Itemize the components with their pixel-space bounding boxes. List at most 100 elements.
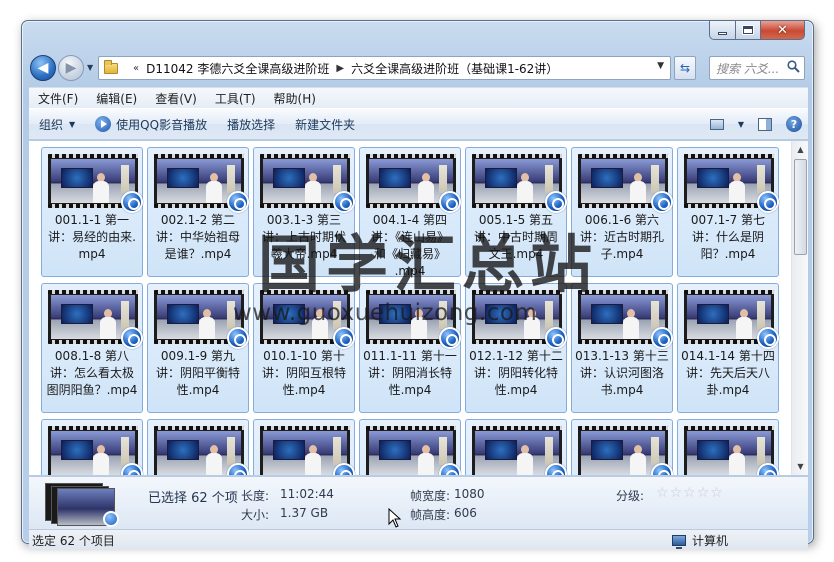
selection-count: 已选择 62 个项 xyxy=(148,491,238,506)
file-name-line: 讲：阴阳转化特 xyxy=(473,366,558,380)
address-dropdown[interactable]: ▼ xyxy=(657,61,664,71)
file-name-line: 性.mp4 xyxy=(388,383,432,397)
maximize-button[interactable] xyxy=(736,21,761,40)
file-name-line: 012.1-12 第十二 xyxy=(469,349,563,363)
search-input[interactable]: 搜索 六爻... xyxy=(709,56,805,80)
breadcrumb-current[interactable]: 六爻全课高级进阶班（基础课1-62讲） xyxy=(351,60,558,77)
qq-player-icon xyxy=(439,191,461,213)
qq-player-icon xyxy=(227,463,249,475)
qq-player-icon xyxy=(545,191,567,213)
qq-player-icon xyxy=(757,327,779,349)
new-folder-button[interactable]: 新建文件夹 xyxy=(285,109,365,139)
scrollbar-thumb[interactable] xyxy=(794,159,807,255)
menu-tools[interactable]: 工具(T) xyxy=(206,90,265,107)
file-item[interactable]: 008.1-8 第八 讲：怎么看太极 图阴阳鱼？.mp4 xyxy=(41,283,143,413)
star-icon[interactable]: ☆ xyxy=(697,485,710,501)
scroll-up-icon[interactable]: ▲ xyxy=(793,141,808,158)
rating-label: 分级: xyxy=(616,489,645,503)
menu-edit[interactable]: 编辑(E) xyxy=(87,90,146,107)
file-name-line: 002.1-2 第二 xyxy=(160,213,236,227)
file-name-line: 卦.mp4 xyxy=(706,383,750,397)
breadcrumb-overflow-icon[interactable]: « xyxy=(133,63,139,74)
chevron-down-icon: ▼ xyxy=(69,119,76,129)
mouse-cursor-icon xyxy=(388,508,402,528)
close-icon: ✕ xyxy=(777,22,788,38)
file-item[interactable]: 002.1-2 第二 讲：中华始祖母 是谁？.mp4 xyxy=(147,147,249,277)
search-placeholder: 搜索 六爻... xyxy=(716,61,780,76)
qq-player-icon xyxy=(651,191,673,213)
arrow-right-icon: ▶ xyxy=(65,60,77,76)
file-name: 009.1-9 第九 讲：阴阳平衡特 性.mp4 xyxy=(150,348,246,399)
minimize-button[interactable] xyxy=(709,21,736,40)
file-item[interactable]: 014.1-14 第十四 讲：先天后天八 卦.mp4 xyxy=(677,283,779,413)
menu-file[interactable]: 文件(F) xyxy=(29,90,87,107)
maximize-icon xyxy=(743,26,753,34)
star-icon[interactable]: ☆ xyxy=(656,485,669,501)
star-icon[interactable]: ☆ xyxy=(670,485,683,501)
file-name: 002.1-2 第二 讲：中华始祖母 是谁？.mp4 xyxy=(150,212,246,263)
file-name-line: 性.mp4 xyxy=(176,383,220,397)
organize-button[interactable]: 组织 ▼ xyxy=(29,109,85,139)
file-name: 008.1-8 第八 讲：怎么看太极 图阴阳鱼？.mp4 xyxy=(44,348,140,399)
file-name-line: 讲：中华始祖母 xyxy=(155,230,240,244)
preview-pane-icon[interactable] xyxy=(758,117,772,131)
file-name-line: 阳？.mp4 xyxy=(700,247,756,261)
qq-player-icon xyxy=(95,116,112,132)
file-item[interactable] xyxy=(571,419,673,475)
close-button[interactable]: ✕ xyxy=(761,21,805,40)
status-selection-text: 选定 62 个项目 xyxy=(32,533,115,548)
forward-button[interactable]: ▶ xyxy=(58,55,84,81)
vertical-scrollbar[interactable]: ▲ ▼ xyxy=(791,141,808,475)
breadcrumb-parent[interactable]: D11042 李德六爻全课高级进阶班 xyxy=(146,60,329,77)
qq-player-icon xyxy=(651,463,673,475)
file-name-line: 讲：怎么看太极 xyxy=(49,366,134,380)
qq-player-icon xyxy=(103,511,119,527)
search-icon[interactable] xyxy=(787,60,800,73)
file-name-line: 013.1-13 第十三 xyxy=(575,349,669,363)
refresh-button[interactable]: ⇆ xyxy=(674,56,696,80)
star-icon[interactable]: ☆ xyxy=(683,485,696,501)
change-view-icon[interactable] xyxy=(709,118,724,130)
play-with-qq-label: 使用QQ影音播放 xyxy=(116,117,208,132)
help-icon[interactable]: ? xyxy=(786,116,802,132)
file-name-line: 010.1-10 第十 xyxy=(263,349,345,363)
command-bar: 组织 ▼ 使用QQ影音播放 播放选择 新建文件夹 ▼ ? xyxy=(29,108,808,140)
file-item[interactable] xyxy=(147,419,249,475)
qq-player-icon xyxy=(227,191,249,213)
watermark-title: 国学汇总站 xyxy=(258,228,599,301)
file-item[interactable] xyxy=(253,419,355,475)
file-item[interactable] xyxy=(465,419,567,475)
file-item[interactable]: 007.1-7 第七 讲：什么是阴 阳？.mp4 xyxy=(677,147,779,277)
file-item[interactable]: 001.1-1 第一 讲：易经的由来. mp4 xyxy=(41,147,143,277)
view-dropdown-icon[interactable]: ▼ xyxy=(738,120,744,129)
selection-thumbnail xyxy=(45,483,119,527)
length-label: 长度: xyxy=(241,489,270,503)
file-name: 007.1-7 第七 讲：什么是阴 阳？.mp4 xyxy=(680,212,776,263)
refresh-icon: ⇆ xyxy=(679,61,691,75)
recent-pages-dropdown[interactable]: ▼ xyxy=(87,63,93,72)
file-name-line: 性.mp4 xyxy=(282,383,326,397)
qq-player-icon xyxy=(757,463,779,475)
star-icon[interactable]: ☆ xyxy=(710,485,723,501)
file-item[interactable] xyxy=(677,419,779,475)
scroll-down-icon[interactable]: ▼ xyxy=(793,458,808,475)
menu-view[interactable]: 查看(V) xyxy=(146,90,206,107)
toolbar-right: ▼ ? xyxy=(709,116,808,132)
qq-player-icon xyxy=(227,327,249,349)
qq-player-icon xyxy=(545,463,567,475)
qq-player-icon xyxy=(757,191,779,213)
file-name-line: 讲：阴阳消长特 xyxy=(367,366,452,380)
play-selection-button[interactable]: 播放选择 xyxy=(217,109,285,139)
address-bar[interactable]: « D11042 李德六爻全课高级进阶班 ▶ 六爻全课高级进阶班（基础课1-62… xyxy=(98,56,671,80)
play-with-qq-button[interactable]: 使用QQ影音播放 xyxy=(85,109,217,139)
breadcrumb-separator-icon[interactable]: ▶ xyxy=(336,63,344,74)
menu-help[interactable]: 帮助(H) xyxy=(265,90,325,107)
file-name-line: mp4 xyxy=(78,247,106,261)
file-item[interactable] xyxy=(359,419,461,475)
file-name-line: 性.mp4 xyxy=(494,383,538,397)
file-item[interactable] xyxy=(41,419,143,475)
rating-stars[interactable]: ☆ ☆ ☆ ☆ ☆ xyxy=(656,485,723,501)
back-button[interactable]: ◀ xyxy=(30,55,56,81)
file-name: 012.1-12 第十二 讲：阴阳转化特 性.mp4 xyxy=(468,348,564,399)
file-name-line: 是谁？.mp4 xyxy=(164,247,232,261)
